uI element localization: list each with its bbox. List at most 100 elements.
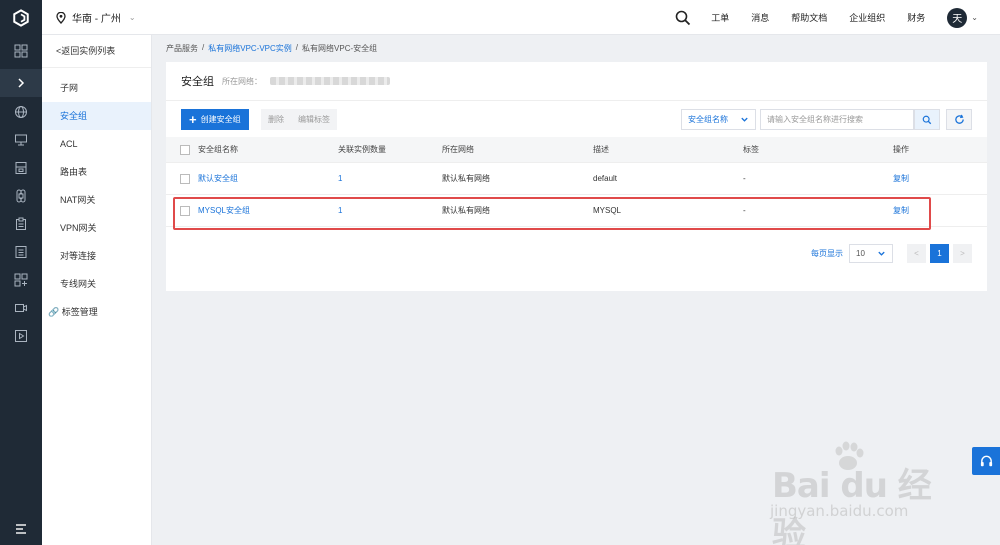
apps-icon [14,273,28,287]
chevron-down-icon: ⌄ [128,13,136,22]
search-icon [922,115,932,124]
search-input[interactable] [760,109,914,130]
search-button[interactable] [914,109,940,130]
nav-enterprise[interactable]: 企业组织 [849,11,885,24]
column-header-actions: 操作 [893,145,909,154]
page-1-button[interactable]: 1 [930,244,949,263]
security-group-name-link[interactable]: MYSQL安全组 [198,205,250,216]
rail-apps[interactable] [0,266,42,294]
list-icon [15,246,27,258]
next-page-button[interactable]: > [953,244,972,263]
rail-storage[interactable] [0,154,42,182]
network-cell: 默认私有网络 [442,174,490,183]
row-checkbox[interactable] [180,173,190,184]
rail-database[interactable] [0,210,42,238]
nav-messages[interactable]: 消息 [751,11,769,24]
search-field-select[interactable]: 安全组名称 [681,109,756,130]
rail-menu[interactable] [0,515,42,543]
search-icon[interactable] [675,10,691,26]
sidebar-item-label: 标签管理 [61,307,98,317]
baidu-jingyan-watermark: Bai du 经验 jingyan.baidu.com [760,440,960,545]
cube-logo-icon [13,8,29,27]
rail-command[interactable] [0,182,42,210]
page-title: 安全组 [181,76,214,88]
toolbar: + 创建安全组 删除 编辑标签 安全组名称 [181,109,972,130]
icon-rail [0,35,42,545]
server-icon [15,134,27,146]
breadcrumb-separator: / [202,43,205,52]
sidebar-item-vpn-gateway[interactable]: VPN网关 [42,214,151,242]
rail-network[interactable] [0,98,42,126]
headset-icon [980,455,992,466]
delete-button[interactable]: 删除 [261,109,291,130]
instance-count-link[interactable]: 1 [338,206,342,215]
page-size-label: 每页显示 [811,249,843,258]
top-bar: 华南 - 广州 ⌄ 工单 消息 帮助文档 企业组织 财务 天 ⌄ [0,0,1000,35]
prev-page-button[interactable]: < [907,244,926,263]
breadcrumb-root[interactable]: 产品服务 [166,43,198,54]
brand-logo[interactable] [0,0,42,35]
secondary-sidebar: <返回实例列表 子网 安全组 ACL 路由表 NAT网关 VPN网关 对等连接 … [42,35,152,545]
sidebar-item-nat-gateway[interactable]: NAT网关 [42,186,151,214]
chevron-down-icon [878,251,885,256]
chevron-right-icon [18,78,25,88]
sidebar-item-tag-management[interactable]: 🔗 标签管理 [42,298,151,326]
column-header-name: 安全组名称 [198,145,238,154]
nav-tickets[interactable]: 工单 [711,11,729,24]
watermark-text: Bai du 经验 [772,466,932,545]
tag-cell: - [743,174,746,183]
sidebar-item-dedicated-gateway[interactable]: 专线网关 [42,270,151,298]
rail-video[interactable] [0,322,42,350]
globe-icon [15,106,27,118]
network-value-redacted [270,77,390,85]
plus-icon: + [189,112,197,127]
rail-monitor[interactable] [0,238,42,266]
copy-action-link[interactable]: 复制 [893,173,909,184]
edit-tags-button[interactable]: 编辑标签 [291,109,337,130]
command-icon [16,189,26,203]
support-button[interactable] [972,447,1000,475]
rail-media[interactable] [0,294,42,322]
breadcrumb: 产品服务 / 私有网络VPC-VPC实例 / 私有网络VPC-安全组 [166,43,377,54]
rail-compute[interactable] [0,126,42,154]
menu-icon [16,524,26,534]
rail-expand[interactable] [0,69,42,97]
create-security-group-button[interactable]: + 创建安全组 [181,109,249,130]
network-cell: 默认私有网络 [442,206,490,215]
instance-count-link[interactable]: 1 [338,174,342,183]
chevron-down-icon[interactable]: ⌄ [971,13,978,22]
security-group-card: 安全组 所在网络： + 创建安全组 删除 编辑标签 安全组名称 安全组名称 关联… [166,62,987,291]
table-row: MYSQL安全组 1 默认私有网络 MYSQL - 复制 [166,195,987,227]
watermark-url: jingyan.baidu.com [770,502,909,520]
sidebar-item-peering[interactable]: 对等连接 [42,242,151,270]
back-to-instances-link[interactable]: <返回实例列表 [42,35,151,68]
breadcrumb-separator: / [295,43,299,52]
security-group-name-link[interactable]: 默认安全组 [198,173,238,184]
breadcrumb-vpc-instance[interactable]: 私有网络VPC-VPC实例 [208,43,292,54]
region-selector[interactable]: 华南 - 广州 ⌄ [56,0,136,35]
tag-cell: - [743,206,746,215]
sidebar-item-subnet[interactable]: 子网 [42,74,151,102]
top-nav: 工单 消息 帮助文档 企业组织 财务 天 ⌄ [675,0,1000,35]
page-size-select[interactable]: 10 [849,244,893,263]
column-header-instance-count: 关联实例数量 [338,145,386,154]
refresh-button[interactable] [946,109,972,130]
column-header-description: 描述 [593,145,609,154]
select-all-checkbox[interactable] [180,144,190,155]
pagination: 每页显示 10 < 1 > [811,244,972,263]
network-label: 所在网络： [222,76,262,86]
sidebar-item-acl[interactable]: ACL [42,130,151,158]
copy-action-link[interactable]: 复制 [893,205,909,216]
description-cell: default [593,174,618,183]
camera-icon [15,304,27,312]
column-header-tags: 标签 [743,145,759,154]
table-header-row: 安全组名称 关联实例数量 所在网络 描述 标签 操作 [166,137,987,163]
nav-finance[interactable]: 财务 [907,11,925,24]
rail-dashboard[interactable] [0,37,42,65]
avatar[interactable]: 天 [947,7,968,28]
nav-help-docs[interactable]: 帮助文档 [791,11,827,24]
location-pin-icon [56,11,66,24]
sidebar-item-security-group[interactable]: 安全组 [42,102,151,130]
sidebar-item-route-table[interactable]: 路由表 [42,158,151,186]
row-checkbox[interactable] [180,205,190,216]
